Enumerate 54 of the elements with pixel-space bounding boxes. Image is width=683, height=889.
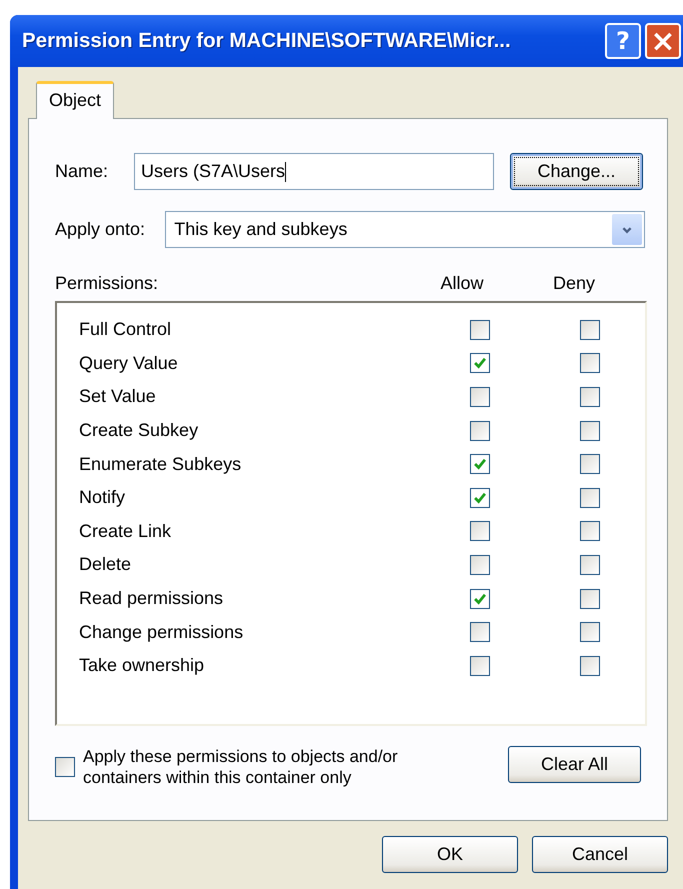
checkbox[interactable] bbox=[470, 320, 490, 340]
help-button[interactable]: ? bbox=[605, 23, 641, 59]
checkmark-icon bbox=[473, 457, 488, 472]
checkbox[interactable] bbox=[580, 521, 600, 542]
permission-name: Notify bbox=[79, 487, 126, 508]
checkbox[interactable] bbox=[470, 656, 490, 676]
close-button[interactable]: × bbox=[645, 23, 681, 59]
permissions-label: Permissions: bbox=[55, 272, 160, 294]
permission-name: Read permissions bbox=[79, 588, 224, 610]
checkbox[interactable] bbox=[470, 554, 490, 575]
permission-name: Change permissions bbox=[79, 622, 244, 643]
apply-within-label: Apply these permissions to objects and/or containers within this container only bbox=[83, 746, 399, 788]
checkbox[interactable] bbox=[580, 622, 600, 642]
permission-name: Set Value bbox=[79, 386, 157, 408]
checkbox[interactable] bbox=[580, 320, 600, 340]
checkbox[interactable] bbox=[580, 656, 600, 676]
window-title: Permission Entry for MACHINE\SOFTWARE\Micr... bbox=[22, 29, 512, 53]
checkbox[interactable] bbox=[470, 588, 490, 609]
checkbox[interactable] bbox=[580, 353, 600, 374]
checkbox[interactable] bbox=[470, 622, 490, 642]
dialog-button[interactable]: OK bbox=[382, 836, 518, 873]
checkmark-icon bbox=[473, 356, 488, 370]
permission-name: Enumerate Subkeys bbox=[79, 454, 242, 475]
clear-all-button[interactable]: Clear All bbox=[508, 746, 641, 783]
checkbox[interactable] bbox=[580, 454, 600, 474]
dialog-button[interactable]: Cancel bbox=[532, 836, 668, 873]
permission-name: Query Value bbox=[79, 352, 179, 374]
column-header: Allow bbox=[439, 272, 484, 294]
checkbox[interactable] bbox=[470, 488, 490, 508]
checkbox[interactable] bbox=[470, 521, 490, 542]
apply-onto-label: Apply onto: bbox=[55, 219, 146, 240]
apply-onto-dropdown[interactable]: This key and subkeys bbox=[165, 211, 645, 248]
checkbox[interactable] bbox=[580, 386, 600, 407]
checkbox[interactable] bbox=[580, 554, 600, 575]
permission-name: Create Subkey bbox=[79, 420, 200, 442]
permission-name: Full Control bbox=[79, 319, 172, 340]
checkbox[interactable] bbox=[470, 386, 490, 407]
permission-name: Take ownership bbox=[79, 655, 206, 676]
checkbox[interactable] bbox=[580, 420, 600, 441]
checkbox[interactable] bbox=[470, 420, 490, 441]
tab[interactable]: Object bbox=[36, 81, 114, 119]
change-button[interactable]: Change... bbox=[510, 153, 643, 190]
name-field[interactable]: Users (S7A\Users bbox=[134, 153, 494, 190]
checkbox[interactable] bbox=[580, 588, 600, 609]
checkbox[interactable] bbox=[470, 353, 490, 374]
checkmark-icon bbox=[473, 592, 488, 606]
permission-name: Delete bbox=[79, 554, 132, 576]
checkbox[interactable] bbox=[470, 454, 490, 474]
permission-name: Create Link bbox=[79, 520, 172, 542]
column-header: Deny bbox=[552, 272, 596, 294]
name-label: Name: bbox=[55, 161, 110, 182]
checkmark-icon bbox=[473, 490, 488, 505]
checkbox[interactable] bbox=[55, 757, 75, 778]
checkbox[interactable] bbox=[580, 488, 600, 508]
